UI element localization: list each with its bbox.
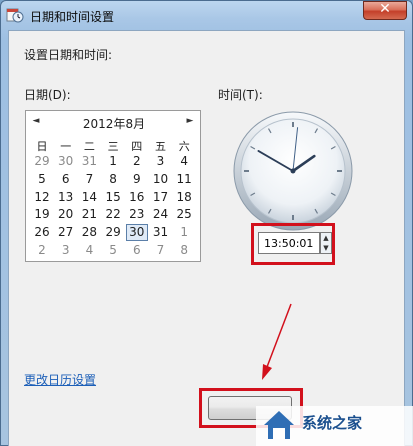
change-calendar-settings-link[interactable]: 更改日历设置 bbox=[24, 371, 96, 388]
watermark-text: 系统之家 bbox=[302, 414, 363, 432]
watermark-house-logo bbox=[264, 411, 294, 439]
